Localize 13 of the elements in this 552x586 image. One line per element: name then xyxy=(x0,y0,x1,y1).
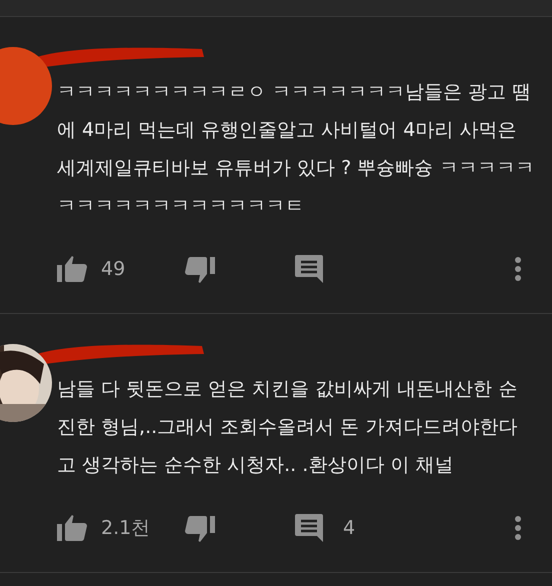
like-count: 49 xyxy=(101,258,126,280)
comment-text: 남들 다 뒷돈으로 얻은 치킨을 값비싸게 내돈내산한 순진한 형님,..그래서 조회수올려서 돈 가져다드려야한다고 생각하는 순수한 시청자.. .환상이다 이 채널 xyxy=(57,377,518,478)
reply-icon[interactable] xyxy=(295,255,323,283)
more-icon[interactable] xyxy=(514,515,522,541)
thumbs-up-icon[interactable] xyxy=(57,256,87,282)
reply-count: 4 xyxy=(343,517,356,539)
thumbs-down-icon[interactable] xyxy=(185,256,215,282)
comment-text: ㅋㅋㅋㅋㅋㅋㅋㅋㅋㄹㅇ ㅋㅋㅋㅋㅋㅋㅋ남들은 광고 땜에 4마리 먹는데 유행인줄알고 사비털어 4마리 사먹은 세계제일큐티바보 유튜버가 있다 ? 뿌슝빠슝 ㅋㅋㅋㅋㅋㅋㅋㅋㅋㅋㅋㅋㅋㅋㅋㅋㅋㅌ xyxy=(57,80,535,219)
thumbs-down-icon[interactable] xyxy=(185,514,215,542)
thumbs-up-icon[interactable] xyxy=(57,514,87,542)
more-icon[interactable] xyxy=(514,256,522,282)
reply-icon[interactable] xyxy=(295,514,323,542)
like-count: 2.1천 xyxy=(101,516,150,541)
